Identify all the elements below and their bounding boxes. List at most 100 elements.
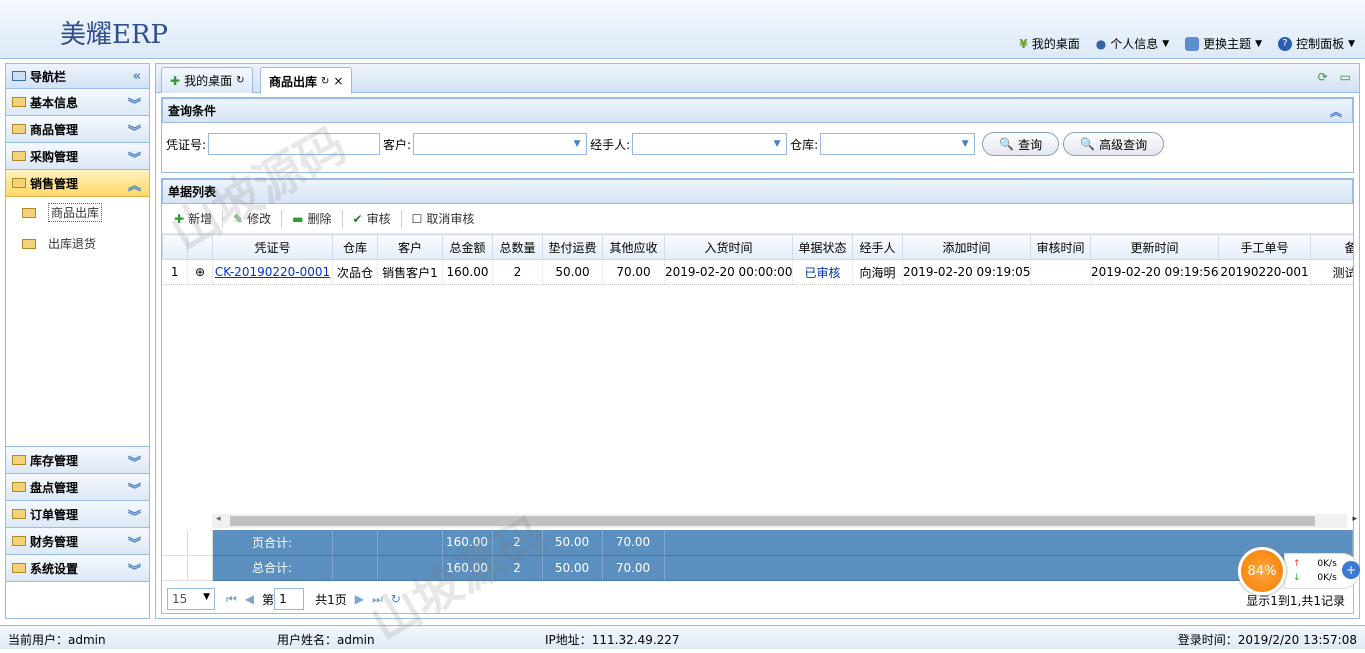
sidebar-group-basic[interactable]: 基本信息 ︾ [6, 89, 149, 116]
theme-icon [1185, 36, 1200, 51]
advanced-search-button[interactable]: 🔍 高级查询 [1063, 132, 1165, 156]
query-panel-title: 查询条件 ︽ [162, 98, 1353, 123]
voucher-label: 凭证号: [166, 137, 207, 152]
prev-page-icon[interactable]: ◀ [245, 592, 254, 606]
sidebar-item-goods-out[interactable]: 商品出库 [6, 197, 149, 228]
column-header[interactable]: 总数量 [492, 234, 543, 260]
cell-freight: 50.00 [542, 259, 603, 285]
page-total-row: 页合计: 160.00 2 50.00 70.00 [162, 530, 1353, 556]
search-button[interactable]: 🔍 查询 [982, 132, 1060, 156]
pagination: 15 ▼ ⏮ ◀ 第 1 共1页 ▶ ⏭ ↻ 显示1到1,共1记录 [162, 584, 1353, 614]
collapse-sidebar-icon[interactable]: « [133, 69, 141, 84]
customer-select[interactable]: ▼ [413, 133, 588, 155]
horizontal-scrollbar[interactable]: ◂ ▸ [212, 514, 1357, 528]
sidebar-item-out-return[interactable]: 出库退货 [6, 228, 149, 259]
handler-label: 经手人: [590, 137, 631, 152]
approve-button[interactable]: ✔ 审核 [346, 208, 398, 230]
toolbar-divider [281, 209, 283, 228]
sidebar-group-inventory[interactable]: 库存管理 ︾ [6, 447, 149, 474]
expand-header [187, 234, 213, 260]
scroll-left-icon[interactable]: ◂ [216, 514, 221, 524]
scroll-thumb[interactable] [230, 516, 1315, 526]
refresh-icon[interactable]: ↻ [391, 592, 401, 606]
warehouse-select[interactable]: ▼ [820, 133, 976, 155]
expand-icon: ︾ [127, 537, 141, 552]
delete-button[interactable]: ▬ 删除 [285, 208, 338, 230]
top-menu-theme[interactable]: 更换主题 ▼ [1185, 35, 1262, 52]
column-header[interactable]: 单据状态 [792, 234, 853, 260]
scroll-right-icon[interactable]: ▸ [1352, 514, 1357, 524]
next-page-icon[interactable]: ▶ [355, 592, 364, 606]
reload-icon[interactable]: ⟳ [1318, 70, 1328, 84]
voucher-input[interactable] [208, 133, 381, 155]
column-header[interactable]: 经手人 [852, 234, 903, 260]
page-icon [22, 207, 36, 218]
download-arrow-icon: ↓ [1293, 573, 1301, 583]
sidebar-group-settings[interactable]: 系统设置 ︾ [6, 555, 149, 582]
boost-icon[interactable]: + [1342, 561, 1360, 579]
toolbar-divider [222, 209, 224, 228]
sidebar-group-stocktake[interactable]: 盘点管理 ︾ [6, 474, 149, 501]
page-icon [22, 238, 36, 249]
query-form: 凭证号: 客户: ▼ 经手人: ▼ 仓库: ▼ 🔍 查询 🔍 高级查询 [162, 123, 1353, 165]
tab-desktop[interactable]: ✚ 我的桌面 ↻ [161, 67, 254, 93]
column-header[interactable]: 入货时间 [664, 234, 793, 260]
folder-icon [12, 482, 26, 492]
folder-icon [12, 509, 26, 519]
top-menu-control-panel[interactable]: ? 控制面板 ▼ [1278, 35, 1355, 52]
grand-total-row: 总合计: 160.00 2 50.00 70.00 [162, 555, 1353, 581]
network-speed-widget[interactable]: ↑ 0K/s ↓ 0K/s 84% + [1238, 547, 1362, 595]
close-icon[interactable]: × [333, 74, 343, 88]
sidebar-group-sales[interactable]: 销售管理 ︽ [6, 170, 149, 197]
nav-icon [12, 71, 26, 81]
user-icon: ● [1095, 36, 1107, 51]
column-header[interactable]: 手工单号 [1218, 234, 1311, 260]
cell-update-time: 2019-02-20 09:19:56 [1090, 259, 1219, 285]
sidebar-group-goods[interactable]: 商品管理 ︾ [6, 116, 149, 143]
expand-row-icon[interactable]: ⊕ [187, 259, 213, 285]
edit-button[interactable]: ✎ 修改 [226, 208, 278, 230]
collapse-icon[interactable]: ︽ [1330, 103, 1342, 120]
page-size-select[interactable]: 15 ▼ [167, 588, 215, 610]
top-menu-desktop[interactable]: ¥ 我的桌面 [1019, 35, 1079, 52]
column-header[interactable]: 添加时间 [902, 234, 1031, 260]
column-header[interactable]: 垫付运费 [542, 234, 603, 260]
top-menu-profile[interactable]: ● 个人信息 ▼ [1096, 35, 1169, 52]
unapprove-button[interactable]: ☐ 取消审核 [405, 208, 482, 230]
folder-icon [12, 563, 26, 573]
column-header[interactable]: 凭证号 [212, 234, 333, 260]
handler-select[interactable]: ▼ [632, 133, 788, 155]
column-header[interactable]: 总金额 [442, 234, 493, 260]
folder-icon [12, 151, 26, 161]
folder-icon [12, 124, 26, 134]
voucher-link[interactable]: CK-20190220-0001 [212, 259, 333, 285]
sidebar-group-orders[interactable]: 订单管理 ︾ [6, 501, 149, 528]
memory-usage-ball[interactable]: 84% [1238, 547, 1286, 595]
column-header[interactable]: 客户 [377, 234, 443, 260]
expand-icon: ︾ [127, 152, 141, 167]
page-number-input[interactable]: 1 [274, 588, 305, 610]
upload-arrow-icon: ↑ [1293, 559, 1301, 569]
sidebar-group-finance[interactable]: 财务管理 ︾ [6, 528, 149, 555]
chevron-down-icon: ▼ [1255, 38, 1263, 49]
table-row[interactable]: 1 ⊕ CK-20190220-0001 次品仓 销售客户1 160.00 2 … [162, 259, 1353, 285]
refresh-icon[interactable]: ↻ [236, 75, 244, 86]
column-header[interactable]: 备注 [1310, 234, 1353, 260]
refresh-icon[interactable]: ↻ [321, 76, 329, 87]
first-page-icon[interactable]: ⏮ [226, 592, 237, 607]
column-header[interactable]: 仓库 [332, 234, 378, 260]
folder-icon [12, 97, 26, 107]
query-panel: 查询条件 ︽ 凭证号: 客户: ▼ 经手人: ▼ 仓库: ▼ 🔍 查询 🔍 高级… [161, 97, 1354, 173]
list-toolbar: ✚ 新增 ✎ 修改 ▬ 删除 ✔ 审核 ☐ 取消审核 [162, 204, 1353, 234]
add-button[interactable]: ✚ 新增 [167, 208, 219, 230]
cell-warehouse: 次品仓 [332, 259, 378, 285]
chevron-down-icon: ▼ [961, 139, 969, 149]
column-header[interactable]: 其他应收 [602, 234, 665, 260]
sidebar-group-purchase[interactable]: 采购管理 ︾ [6, 143, 149, 170]
grid-table: 凭证号 仓库 客户 总金额 总数量 垫付运费 其他应收 入货时间 单据状态 经手… [162, 234, 1353, 285]
column-header[interactable]: 审核时间 [1030, 234, 1091, 260]
maximize-icon[interactable]: ▭ [1340, 70, 1351, 84]
column-header[interactable]: 更新时间 [1090, 234, 1219, 260]
tab-goods-out[interactable]: 商品出库 ↻ × [260, 67, 353, 94]
last-page-icon[interactable]: ⏭ [372, 592, 383, 607]
